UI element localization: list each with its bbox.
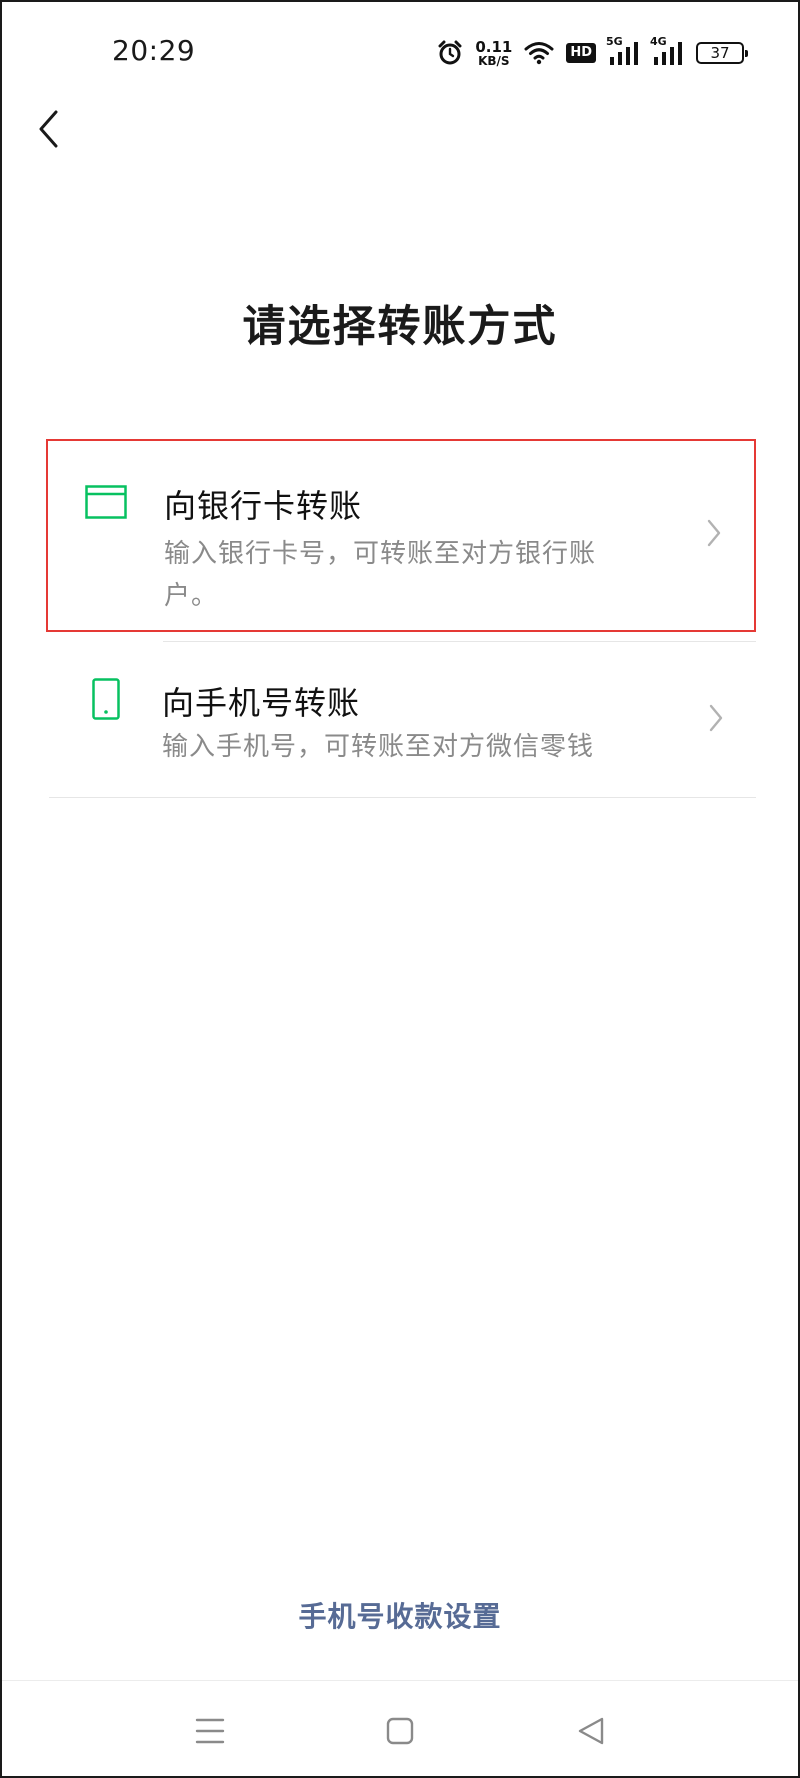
option-bank-card-transfer[interactable]: 向银行卡转账 输入银行卡号，可转账至对方银行账户。 (46, 439, 756, 632)
status-bar: 20:29 0.11 KB/S HD 5G 4G 37 (2, 2, 798, 102)
bank-card-icon (85, 485, 127, 523)
chevron-left-icon (39, 110, 58, 148)
nav-menu-button[interactable] (190, 1711, 230, 1751)
wifi-icon (524, 41, 554, 65)
option-description: 输入银行卡号，可转账至对方银行账户。 (164, 539, 597, 611)
phone-receive-settings-link[interactable]: 手机号收款设置 (2, 1595, 798, 1635)
option-description: 输入手机号，可转账至对方微信零钱 (162, 732, 595, 762)
phone-icon (92, 678, 120, 724)
nav-home-button[interactable] (380, 1711, 420, 1751)
hd-icon: HD (566, 43, 596, 63)
net-speed-value: 0.11 (475, 37, 513, 56)
status-icons: 0.11 KB/S HD 5G 4G 37 (437, 35, 748, 70)
system-nav-bar (2, 1680, 798, 1776)
chevron-right-icon (708, 704, 724, 736)
battery-icon: 37 (696, 42, 748, 64)
page-title: 请选择转账方式 (242, 302, 558, 352)
menu-icon (195, 1718, 225, 1744)
signal-icon-5g: 5G (606, 35, 640, 65)
back-triangle-icon (578, 1717, 604, 1745)
signal-icon-4g: 4G (650, 35, 684, 65)
back-button[interactable] (24, 104, 74, 154)
chevron-right-icon (706, 519, 722, 551)
option-title: 向银行卡转账 (164, 487, 363, 525)
alarm-icon (437, 40, 463, 66)
option-title: 向手机号转账 (162, 684, 361, 722)
signal-4g-label: 4G (650, 35, 667, 48)
nav-back-button[interactable] (571, 1711, 611, 1751)
status-time: 20:29 (112, 34, 196, 67)
net-speed-unit: KB/S (478, 53, 510, 68)
net-speed: 0.11 KB/S (475, 37, 513, 68)
divider (49, 797, 756, 798)
option-phone-transfer[interactable]: 向手机号转账 输入手机号，可转账至对方微信零钱 (46, 642, 756, 798)
signal-5g-label: 5G (606, 35, 623, 48)
home-icon (386, 1717, 414, 1745)
